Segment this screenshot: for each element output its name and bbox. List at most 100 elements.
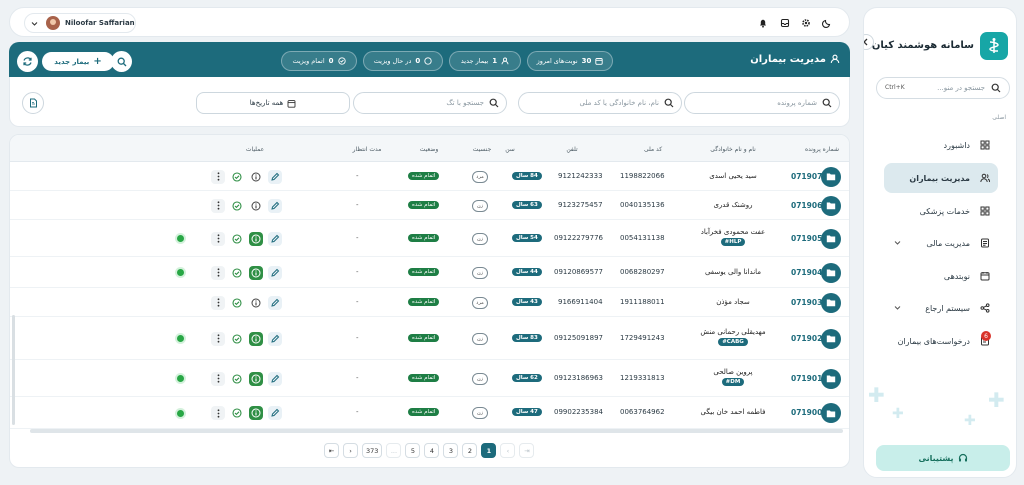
- folder-icon[interactable]: [821, 368, 841, 389]
- file-number[interactable]: 071903: [791, 298, 822, 307]
- check-circle-icon[interactable]: [230, 331, 244, 346]
- next-page-button[interactable]: ›: [343, 443, 358, 458]
- check-circle-icon[interactable]: [230, 231, 244, 246]
- table-row[interactable]: 071904 ماندانا والی یوسفی 0068280297 091208…: [10, 257, 849, 288]
- folder-icon[interactable]: [821, 262, 841, 283]
- folder-icon[interactable]: [821, 292, 841, 313]
- export-button[interactable]: [22, 92, 44, 114]
- more-vertical-icon[interactable]: [211, 331, 225, 346]
- sidebar-item-0[interactable]: داشبورد: [884, 130, 998, 160]
- info-icon[interactable]: [249, 231, 263, 246]
- folder-icon[interactable]: [821, 166, 841, 187]
- file-number[interactable]: 071900: [791, 408, 822, 417]
- info-icon[interactable]: [249, 406, 263, 420]
- prev-page-button[interactable]: ‹: [500, 443, 516, 458]
- file-number-search-input[interactable]: شماره پرونده: [684, 92, 840, 114]
- check-circle-icon[interactable]: [230, 406, 244, 420]
- info-icon[interactable]: [249, 169, 263, 184]
- table-row[interactable]: 071903 سجاد مؤذن 1911188011 9166911404 43 سا…: [10, 288, 849, 317]
- table-row[interactable]: 071907 سید یحیی اسدی 1198822066 9121242333 8…: [10, 162, 849, 191]
- file-number[interactable]: 071904: [791, 268, 822, 277]
- edit-pencil-icon[interactable]: [268, 231, 282, 246]
- sidebar-item-3[interactable]: مدیریت مالی: [884, 228, 998, 258]
- check-circle-icon[interactable]: [230, 371, 244, 386]
- column-header[interactable]: وضعیت: [420, 146, 439, 153]
- edit-pencil-icon[interactable]: [268, 198, 282, 213]
- sidebar-item-6[interactable]: درخواست‌های بیماران 6: [884, 326, 998, 356]
- file-number[interactable]: 071902: [791, 334, 822, 343]
- name-search-input[interactable]: نام، نام خانوادگی یا کد ملی: [518, 92, 682, 114]
- table-row[interactable]: 071902 مهدیقلی رحمانی منش CABG# 1729491243 0…: [10, 317, 849, 360]
- info-icon[interactable]: [249, 265, 263, 280]
- dark-mode-moon-icon[interactable]: [822, 18, 832, 28]
- first-page-button[interactable]: ⇥: [519, 443, 535, 458]
- file-number[interactable]: 071905: [791, 234, 822, 243]
- more-vertical-icon[interactable]: [211, 265, 225, 280]
- file-number[interactable]: 071906: [791, 201, 822, 210]
- menu-search-input[interactable]: جستجو در منو... Ctrl+K: [876, 77, 1010, 99]
- table-row[interactable]: 071905 عفت محمودی فخرآباد HLP# 0054131138 09…: [10, 220, 849, 257]
- messages-icon[interactable]: [780, 18, 790, 28]
- sidebar-item-4[interactable]: نوبتدهی: [884, 261, 998, 291]
- more-vertical-icon[interactable]: [211, 169, 225, 184]
- page-button-2[interactable]: 2: [462, 443, 478, 458]
- sidebar-item-2[interactable]: خدمات پزشکی: [884, 196, 998, 226]
- support-button[interactable]: پشتیبانی: [876, 445, 1010, 471]
- info-icon[interactable]: [249, 198, 263, 213]
- date-filter-button[interactable]: همه تاریخ‌ها: [196, 92, 350, 114]
- check-circle-icon[interactable]: [230, 295, 244, 310]
- column-header[interactable]: سن: [505, 146, 515, 153]
- info-icon[interactable]: [249, 331, 263, 346]
- horizontal-scrollbar[interactable]: [30, 429, 843, 433]
- settings-gear-icon[interactable]: [801, 18, 811, 28]
- patient-tag[interactable]: DM#: [721, 377, 745, 386]
- column-header[interactable]: جنسیت: [473, 146, 492, 153]
- more-vertical-icon[interactable]: [211, 198, 225, 213]
- column-header[interactable]: عملیات: [246, 146, 264, 153]
- header-search-button[interactable]: [111, 51, 132, 72]
- column-header[interactable]: مدت انتظار: [353, 146, 382, 153]
- notification-bell-icon[interactable]: [758, 18, 768, 28]
- info-icon[interactable]: [249, 371, 263, 386]
- sidebar-item-1[interactable]: مدیریت بیماران: [884, 163, 998, 193]
- info-icon[interactable]: [249, 295, 263, 310]
- more-vertical-icon[interactable]: [211, 406, 225, 420]
- edit-pencil-icon[interactable]: [268, 371, 282, 386]
- page-button-373[interactable]: 373: [362, 443, 383, 458]
- patient-tag[interactable]: CABG#: [718, 337, 748, 346]
- table-row[interactable]: 071901 پروین صالحی DM# 1219331813 0912318696…: [10, 360, 849, 397]
- table-row[interactable]: 071906 روشنک قدری 0040135136 9123275457 63 س…: [10, 191, 849, 220]
- more-vertical-icon[interactable]: [211, 231, 225, 246]
- folder-icon[interactable]: [821, 228, 841, 249]
- edit-pencil-icon[interactable]: [268, 331, 282, 346]
- check-circle-icon[interactable]: [230, 198, 244, 213]
- tag-search-input[interactable]: جستجو با تگ: [353, 92, 507, 114]
- table-row[interactable]: 071900 فاطمه احمد خان بیگی 0063764962 09902…: [10, 397, 849, 429]
- page-button-1[interactable]: 1: [481, 443, 497, 458]
- folder-icon[interactable]: [821, 403, 841, 423]
- page-button-3[interactable]: 3: [443, 443, 459, 458]
- patient-tag[interactable]: HLP#: [720, 237, 746, 246]
- page-button-4[interactable]: 4: [424, 443, 440, 458]
- refresh-button[interactable]: [17, 51, 38, 72]
- new-patient-button[interactable]: + بیمار جدید: [42, 52, 114, 71]
- file-number[interactable]: 071907: [791, 172, 822, 181]
- more-vertical-icon[interactable]: [211, 295, 225, 310]
- last-page-button[interactable]: ⇤: [324, 443, 339, 458]
- vertical-scrollbar[interactable]: [12, 315, 15, 425]
- column-header[interactable]: شماره پرونده: [805, 146, 839, 153]
- page-button-5[interactable]: 5: [405, 443, 421, 458]
- edit-pencil-icon[interactable]: [268, 406, 282, 420]
- folder-icon[interactable]: [821, 328, 841, 349]
- check-circle-icon[interactable]: [230, 169, 244, 184]
- edit-pencil-icon[interactable]: [268, 265, 282, 280]
- folder-icon[interactable]: [821, 195, 841, 216]
- user-menu[interactable]: Niloofar Saffarian: [24, 13, 136, 33]
- sidebar-item-5[interactable]: سیستم ارجاع: [884, 293, 998, 323]
- column-header[interactable]: نام و نام خانوادگی: [710, 146, 756, 153]
- more-vertical-icon[interactable]: [211, 371, 225, 386]
- check-circle-icon[interactable]: [230, 265, 244, 280]
- column-header[interactable]: کد ملی: [644, 146, 662, 153]
- edit-pencil-icon[interactable]: [268, 295, 282, 310]
- column-header[interactable]: تلفن: [566, 146, 577, 153]
